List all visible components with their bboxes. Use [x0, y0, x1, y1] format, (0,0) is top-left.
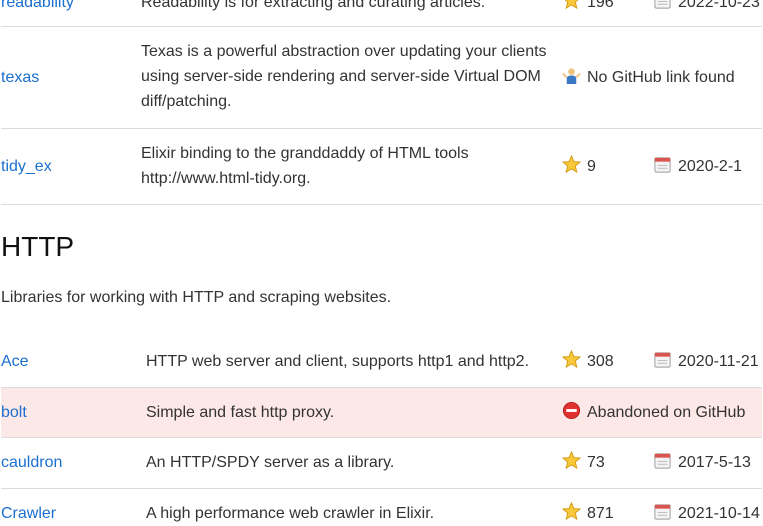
- star-icon: [562, 502, 581, 521]
- library-link-tidy-ex[interactable]: tidy_ex: [1, 154, 52, 179]
- section-title: HTTP: [1, 231, 75, 262]
- description-line: Texas is a powerful abstraction over upd…: [141, 43, 547, 60]
- date-value: 2020-11-21: [678, 353, 759, 370]
- last-commit-date: 2017-5-13: [653, 450, 751, 475]
- status-text: Abandoned on GitHub: [587, 404, 746, 421]
- stars-count: 308: [562, 349, 614, 374]
- library-description: A high performance web crawler in Elixir…: [146, 505, 435, 522]
- stars-count: 196: [562, 0, 614, 15]
- status-abandoned: Abandoned on GitHub: [562, 400, 745, 425]
- date-value: 2021-10-14: [678, 505, 760, 522]
- stars-value: 73: [587, 454, 605, 471]
- calendar-icon: [654, 157, 671, 173]
- library-link-crawler[interactable]: Crawler: [1, 501, 56, 526]
- description-line: diff/patching.: [141, 93, 232, 110]
- stars-value: 196: [587, 0, 614, 11]
- library-link-bolt[interactable]: bolt: [1, 400, 27, 425]
- stars-count: 871: [562, 501, 614, 526]
- library-description: Readability is for extracting and curati…: [141, 0, 486, 11]
- last-commit-date: 2020-11-21: [653, 349, 759, 374]
- stars-value: 9: [587, 158, 596, 175]
- status-text: No GitHub link found: [587, 69, 735, 86]
- no-entry-icon: [562, 401, 581, 420]
- library-description: Texas is a powerful abstraction over upd…: [141, 39, 547, 114]
- calendar-icon: [654, 453, 671, 469]
- library-link-texas[interactable]: texas: [1, 65, 39, 90]
- library-description: HTTP web server and client, supports htt…: [146, 353, 530, 370]
- library-description: An HTTP/SPDY server as a library.: [146, 454, 395, 471]
- last-commit-date: 2021-10-14: [653, 501, 760, 526]
- date-value: 2020-2-1: [678, 158, 743, 175]
- stars-value: 871: [587, 505, 614, 522]
- star-icon: [562, 155, 581, 174]
- stars-value: 308: [587, 353, 614, 370]
- table-row: Crawler A high performance web crawler i…: [1, 489, 762, 522]
- star-icon: [564, 0, 579, 10]
- table-row: Ace HTTP web server and client, supports…: [1, 337, 762, 388]
- description-line: using server-side rendering and server-s…: [141, 68, 541, 85]
- library-link-readability[interactable]: readability: [1, 0, 74, 15]
- date-value: 2022-10-23: [678, 0, 760, 11]
- description-line: Elixir binding to the granddaddy of HTML…: [141, 145, 469, 162]
- last-commit-date: 2020-2-1: [653, 154, 742, 179]
- table-row: cauldron An HTTP/SPDY server as a librar…: [1, 438, 762, 489]
- calendar-icon: [654, 0, 671, 9]
- last-commit-date: 2022-10-23: [653, 0, 760, 15]
- date-value: 2017-5-13: [678, 454, 751, 471]
- table-row: texas Texas is a powerful abstraction ov…: [1, 27, 762, 129]
- library-description: Elixir binding to the granddaddy of HTML…: [141, 141, 469, 191]
- star-icon: [562, 451, 581, 470]
- library-description: Simple and fast http proxy.: [146, 404, 335, 421]
- stars-count: 73: [562, 450, 605, 475]
- library-link-cauldron[interactable]: cauldron: [1, 450, 62, 475]
- calendar-icon: [654, 352, 671, 368]
- table-row: readability Readability is for extractin…: [1, 0, 762, 27]
- table-row-abandoned: bolt Simple and fast http proxy. Abandon…: [1, 388, 762, 438]
- section-description: Libraries for working with HTTP and scra…: [1, 289, 392, 306]
- calendar-icon: [654, 504, 671, 520]
- library-link-ace[interactable]: Ace: [1, 349, 29, 374]
- star-icon: [562, 350, 581, 369]
- table-row: tidy_ex Elixir binding to the granddaddy…: [1, 129, 762, 205]
- stars-count: 9: [562, 154, 596, 179]
- description-line: http://www.html-tidy.org.: [141, 170, 311, 187]
- status-no-github: No GitHub link found: [562, 65, 735, 90]
- shrug-person-icon: [562, 68, 581, 85]
